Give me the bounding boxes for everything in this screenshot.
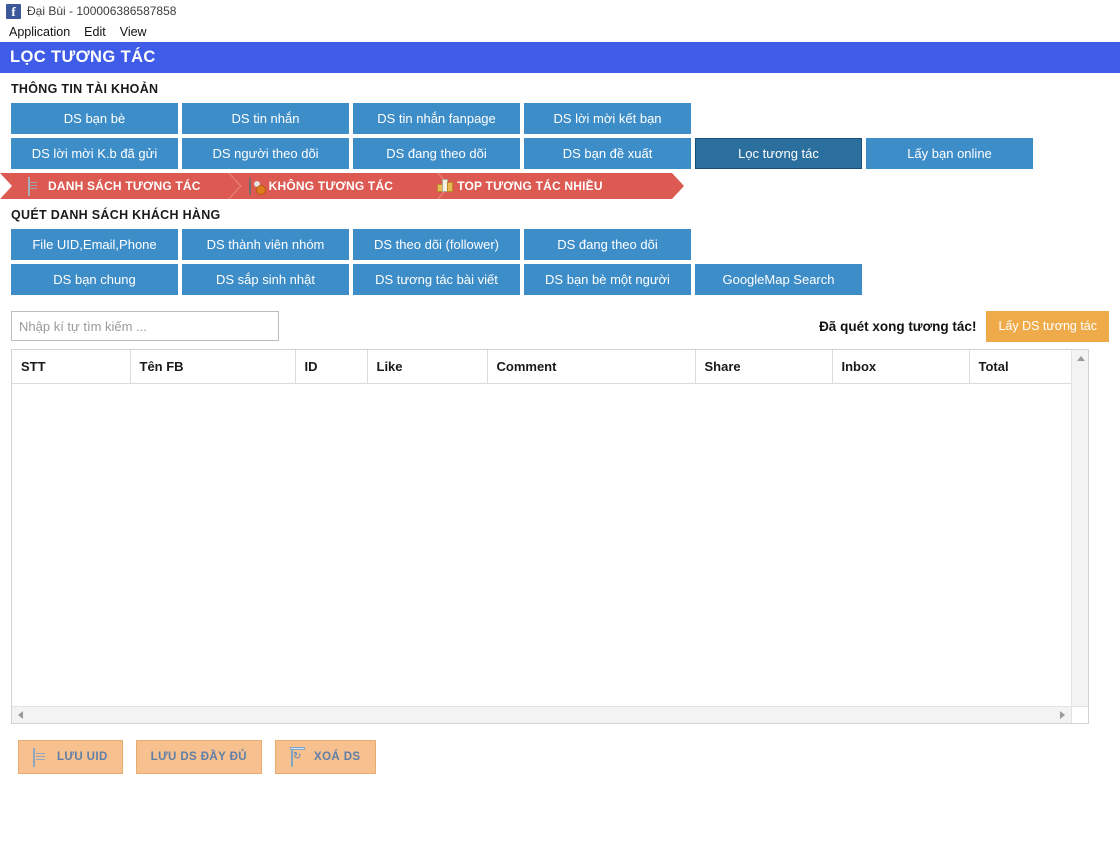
save-uid-label: LƯU UID — [57, 751, 108, 763]
delete-list-button[interactable]: XOÁ DS — [275, 740, 376, 774]
status-area: Đã quét xong tương tác! Lấy DS tương tác — [819, 310, 1109, 342]
scan-button-row-2: DS bạn chung DS sắp sinh nhật DS tương t… — [11, 264, 1120, 295]
scan-button-row-1: File UID,Email,Phone DS thành viên nhóm … — [11, 229, 1120, 260]
scan-button-grid: File UID,Email,Phone DS thành viên nhóm … — [0, 229, 1120, 295]
button-ds-tin-nhan[interactable]: DS tin nhắn — [182, 103, 349, 134]
button-ds-dang-theo-doi[interactable]: DS đang theo dõi — [353, 138, 520, 169]
column-header-id[interactable]: ID — [295, 350, 368, 384]
document-icon — [28, 177, 44, 196]
status-message: Đã quét xong tương tác! — [819, 318, 977, 334]
window-titlebar: f Đại Bùi - 100006386587858 — [0, 0, 1120, 22]
button-ds-sap-sinh-nhat[interactable]: DS sắp sinh nhật — [182, 264, 349, 295]
button-ds-loi-moi-kb-da-gui[interactable]: DS lời mời K.b đã gửi — [11, 138, 178, 169]
interaction-tabs-ribbon: DANH SÁCH TƯƠNG TÁC KHÔNG TƯƠNG TÁC TOP … — [0, 173, 684, 199]
account-button-grid: DS bạn bè DS tin nhắn DS tin nhắn fanpag… — [0, 103, 1120, 169]
interaction-table: STT Tên FB ID Like Comment Share Inbox T… — [11, 349, 1089, 724]
ribbon-tab-top-tuong-tac-nhieu[interactable]: TOP TƯƠNG TÁC NHIỀU — [437, 173, 603, 199]
page-banner: LỌC TƯƠNG TÁC — [0, 42, 1120, 73]
get-interaction-list-button[interactable]: Lấy DS tương tác — [986, 310, 1109, 342]
interaction-table-grid: STT Tên FB ID Like Comment Share Inbox T… — [12, 350, 1071, 384]
table-vertical-scrollbar[interactable] — [1071, 350, 1088, 723]
table-horizontal-scrollbar[interactable] — [12, 706, 1088, 723]
ribbon-tab-label: KHÔNG TƯƠNG TÁC — [268, 179, 394, 193]
search-status-row: Đã quét xong tương tác! Lấy DS tương tác — [0, 310, 1120, 342]
table-body-empty — [12, 383, 1088, 714]
table-header-row: STT Tên FB ID Like Comment Share Inbox T… — [12, 350, 1071, 384]
ribbon-tab-khong-tuong-tac[interactable]: KHÔNG TƯƠNG TÁC — [248, 173, 394, 199]
ribbon-separator-1 — [228, 173, 242, 199]
column-header-ten-fb[interactable]: Tên FB — [130, 350, 296, 384]
button-ds-tuong-tac-bai-viet[interactable]: DS tương tác bài viết — [353, 264, 520, 295]
page-title: LỌC TƯƠNG TÁC — [10, 48, 156, 66]
account-section-label: THÔNG TIN TÀI KHOẢN — [11, 82, 159, 96]
column-header-like[interactable]: Like — [367, 350, 488, 384]
menu-item-view[interactable]: View — [116, 24, 154, 41]
scrollbar-corner — [1071, 706, 1088, 723]
save-full-list-label: LƯU DS ĐẦY ĐỦ — [150, 751, 247, 763]
window-title: Đại Bùi - 100006386587858 — [27, 4, 177, 18]
trash-recycle-icon — [290, 747, 307, 767]
button-ds-ban-be-mot-nguoi[interactable]: DS bạn bè một người — [524, 264, 691, 295]
scan-section-label: QUÉT DANH SÁCH KHÁCH HÀNG — [11, 208, 221, 222]
button-ds-ban-be[interactable]: DS bạn bè — [11, 103, 178, 134]
bottom-action-bar: LƯU UID LƯU DS ĐẦY ĐỦ XOÁ DS — [0, 740, 1120, 774]
facebook-logo-icon: f — [6, 3, 21, 19]
button-googlemap-search[interactable]: GoogleMap Search — [695, 264, 862, 295]
account-button-row-1: DS bạn bè DS tin nhắn DS tin nhắn fanpag… — [11, 103, 1120, 134]
button-ds-thanh-vien-nhom[interactable]: DS thành viên nhóm — [182, 229, 349, 260]
menu-item-edit[interactable]: Edit — [80, 24, 113, 41]
button-ds-theo-doi-follower[interactable]: DS theo dõi (follower) — [353, 229, 520, 260]
save-uid-button[interactable]: LƯU UID — [18, 740, 123, 774]
bar-chart-icon — [437, 179, 454, 193]
save-document-icon — [33, 747, 50, 767]
scroll-right-arrow-icon[interactable] — [1054, 707, 1071, 723]
save-full-list-button[interactable]: LƯU DS ĐẦY ĐỦ — [135, 740, 262, 774]
button-lay-ban-online[interactable]: Lấy bạn online — [866, 138, 1033, 169]
user-blocked-icon — [248, 177, 265, 196]
scroll-left-arrow-icon[interactable] — [12, 707, 29, 723]
button-ds-nguoi-theo-doi[interactable]: DS người theo dõi — [182, 138, 349, 169]
column-header-comment[interactable]: Comment — [487, 350, 696, 384]
scroll-up-arrow-icon[interactable] — [1072, 350, 1088, 367]
button-loc-tuong-tac[interactable]: Lọc tương tác — [695, 138, 862, 169]
menu-item-application[interactable]: Application — [5, 24, 77, 41]
menubar: Application Edit View — [0, 22, 1120, 42]
ribbon-tab-label: DANH SÁCH TƯƠNG TÁC — [48, 179, 201, 193]
ribbon-tab-label: TOP TƯƠNG TÁC NHIỀU — [457, 179, 603, 193]
column-header-share[interactable]: Share — [695, 350, 833, 384]
ribbon-tab-danh-sach-tuong-tac[interactable]: DANH SÁCH TƯƠNG TÁC — [28, 173, 201, 199]
delete-list-label: XOÁ DS — [314, 751, 361, 763]
column-header-total[interactable]: Total — [969, 350, 1071, 384]
column-header-stt[interactable]: STT — [12, 350, 131, 384]
account-button-row-2: DS lời mời K.b đã gửi DS người theo dõi … — [11, 138, 1120, 169]
button-ds-tin-nhan-fanpage[interactable]: DS tin nhắn fanpage — [353, 103, 520, 134]
column-header-inbox[interactable]: Inbox — [832, 350, 970, 384]
button-ds-dang-theo-doi-scan[interactable]: DS đang theo dõi — [524, 229, 691, 260]
button-ds-ban-chung[interactable]: DS bạn chung — [11, 264, 178, 295]
button-ds-ban-de-xuat[interactable]: DS bạn đề xuất — [524, 138, 691, 169]
button-ds-loi-moi-ket-ban[interactable]: DS lời mời kết bạn — [524, 103, 691, 134]
button-file-uid-email-phone[interactable]: File UID,Email,Phone — [11, 229, 178, 260]
search-input[interactable] — [11, 311, 279, 341]
